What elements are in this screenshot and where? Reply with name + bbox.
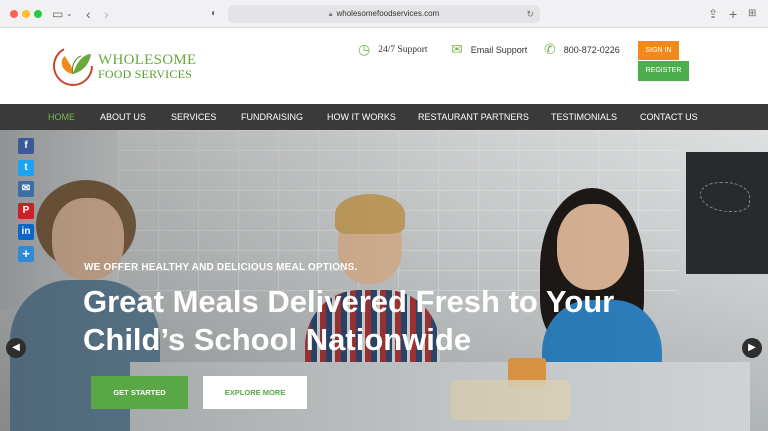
close-window-button[interactable]	[10, 10, 18, 18]
phone-link[interactable]: ✆ 800-872-0226	[544, 41, 620, 58]
get-started-button[interactable]: GET STARTED	[91, 376, 188, 409]
new-tab-icon[interactable]: +	[729, 5, 737, 23]
nav-item-fundraising[interactable]: FUNDRAISING	[241, 104, 303, 130]
twitter-icon[interactable]: t	[18, 159, 34, 176]
forward-icon[interactable]: ›	[104, 5, 109, 23]
tab-overview-icon[interactable]: ⊞	[748, 5, 756, 23]
facebook-icon[interactable]: f	[18, 138, 34, 154]
share-icon[interactable]: +	[18, 245, 34, 262]
phone-number: 800-872-0226	[563, 44, 620, 55]
explore-more-button[interactable]: EXPLORE MORE	[203, 376, 307, 409]
maximize-window-button[interactable]	[34, 10, 42, 18]
site-logo[interactable]: WHOLESOME FOOD SERVICES	[98, 52, 197, 82]
logo-line-1: WHOLESOME	[98, 52, 197, 68]
phone-icon: ✆	[544, 41, 556, 57]
nav-item-home[interactable]: HOME	[48, 104, 75, 130]
sign-in-button[interactable]: SIGN IN	[638, 41, 679, 60]
minimize-window-button[interactable]	[22, 10, 30, 18]
slider-next-arrow-icon[interactable]: ▶	[742, 338, 762, 358]
nav-item-contact-us[interactable]: CONTACT US	[640, 104, 698, 130]
browser-toolbar: ▭ ⌄ ‹ › ◐ 🔒︎ wholesomefoodservices.com ↻ …	[0, 0, 768, 28]
chevron-down-icon[interactable]: ⌄	[66, 5, 73, 23]
lock-icon: 🔒︎	[328, 11, 333, 18]
email-support-label: Email Support	[470, 44, 528, 55]
site-header: WHOLESOME FOOD SERVICES ◷ 24/7 Support ✉…	[0, 28, 768, 104]
main-nav: HOME ABOUT US SERVICES FUNDRAISING HOW I…	[0, 104, 768, 130]
register-button[interactable]: REGISTER	[638, 61, 689, 81]
support-hours[interactable]: ◷ 24/7 Support	[358, 41, 428, 58]
email-icon[interactable]: ✉	[18, 181, 34, 197]
slider-prev-arrow-icon[interactable]: ◀	[6, 338, 26, 358]
pinterest-icon[interactable]: P	[18, 202, 34, 219]
reload-icon[interactable]: ↻	[526, 5, 534, 23]
nav-item-services[interactable]: SERVICES	[171, 104, 216, 130]
social-share-bar: f t ✉ P in +	[18, 138, 35, 267]
share-toolbar-icon[interactable]: ⇪	[708, 5, 718, 23]
url-text: wholesomefoodservices.com	[336, 9, 440, 18]
envelope-icon: ✉	[451, 41, 463, 57]
support-label: 24/7 Support	[378, 44, 428, 55]
email-support-link[interactable]: ✉ Email Support	[451, 41, 527, 58]
nav-item-restaurant-partners[interactable]: RESTAURANT PARTNERS	[418, 104, 529, 130]
nav-item-about-us[interactable]: ABOUT US	[100, 104, 146, 130]
hero-tagline: WE OFFER HEALTHY AND DELICIOUS MEAL OPTI…	[84, 262, 358, 273]
nav-item-testimonials[interactable]: TESTIMONIALS	[551, 104, 617, 130]
address-bar[interactable]: 🔒︎ wholesomefoodservices.com ↻	[228, 5, 540, 23]
clock-icon: ◷	[358, 41, 371, 57]
nav-item-how-it-works[interactable]: HOW IT WORKS	[327, 104, 396, 130]
leaf-logo-icon[interactable]	[51, 44, 95, 88]
logo-line-2: FOOD SERVICES	[98, 67, 192, 81]
privacy-shield-icon[interactable]: ◐	[211, 5, 217, 23]
linkedin-icon[interactable]: in	[18, 224, 34, 240]
sidebar-toggle-icon[interactable]: ▭	[52, 5, 63, 23]
hero-headline: Great Meals Delivered Fresh to Your Chil…	[83, 284, 615, 357]
back-icon[interactable]: ‹	[86, 5, 91, 23]
hero-slider: f t ✉ P in + WE OFFER HEALTHY AND DELICI…	[0, 130, 768, 431]
